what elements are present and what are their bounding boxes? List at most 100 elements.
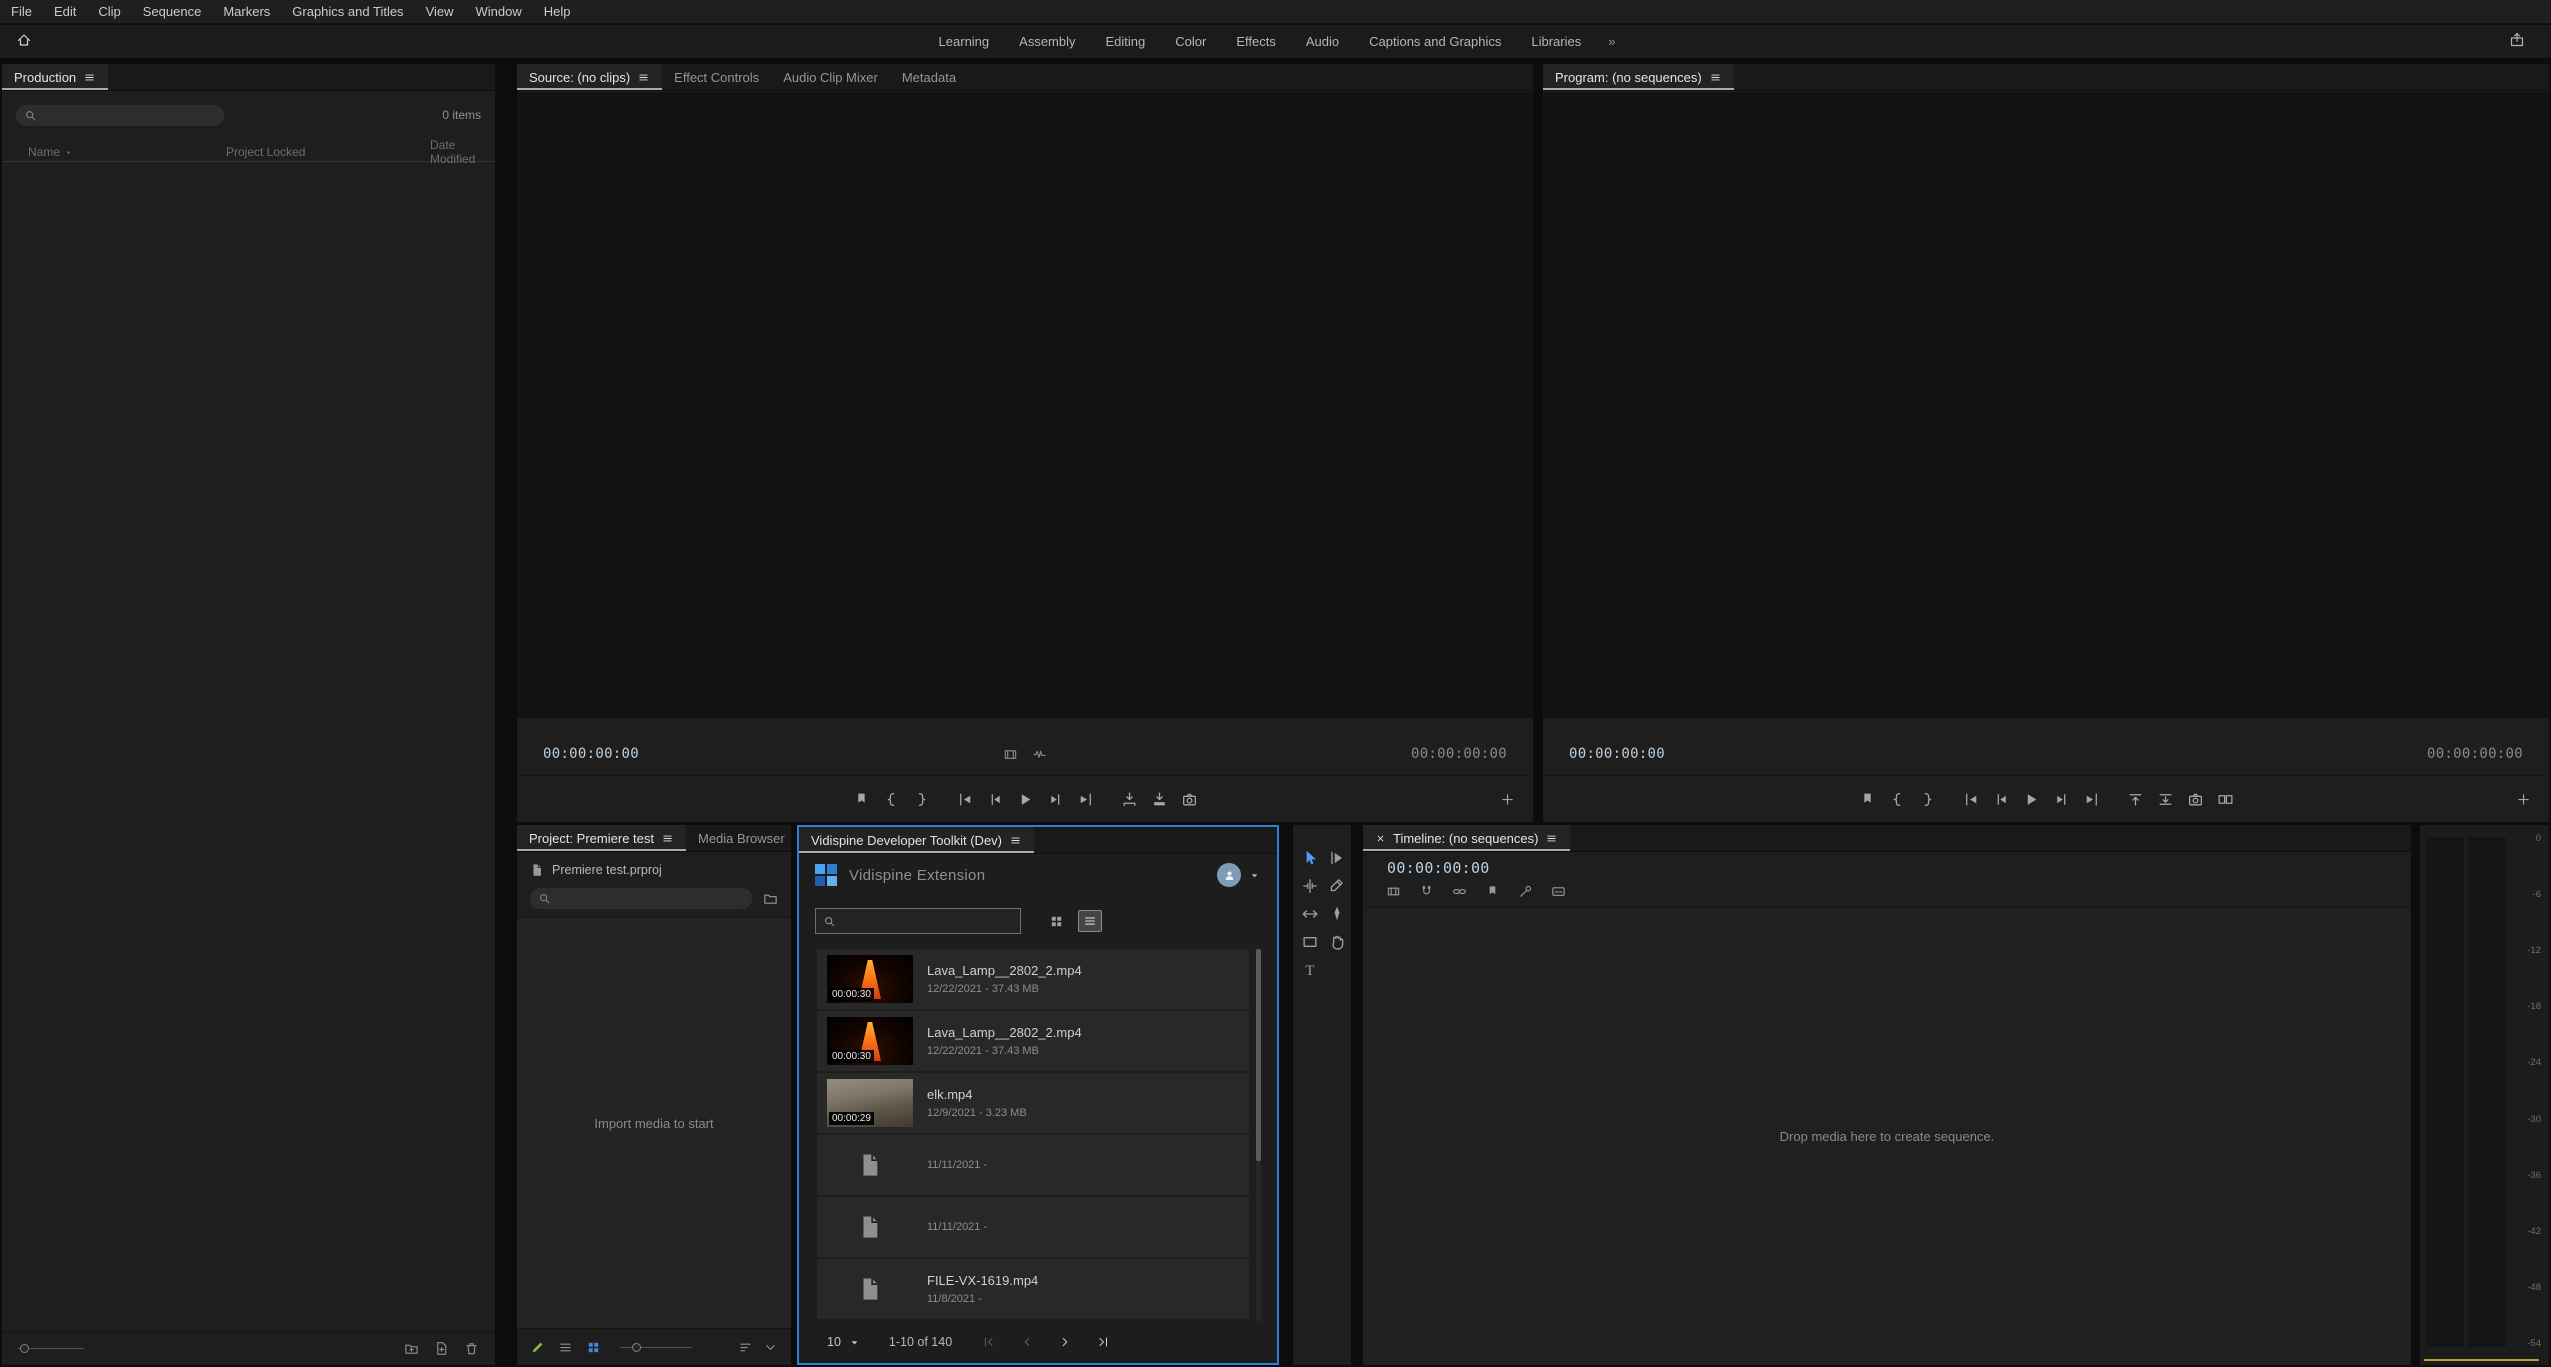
page-size-select[interactable]: 10: [827, 1335, 861, 1349]
project-search-input[interactable]: [557, 891, 744, 905]
mark-in-icon[interactable]: [1889, 791, 1906, 808]
delete-button[interactable]: [464, 1341, 479, 1356]
list-view-button[interactable]: [558, 1340, 573, 1355]
go-to-in-icon[interactable]: [957, 791, 974, 808]
panel-menu-icon[interactable]: [1009, 834, 1022, 847]
quick-export-button[interactable]: [2509, 32, 2525, 48]
tab-source-no-clips[interactable]: Source: (no clips): [517, 64, 662, 90]
zoom-slider[interactable]: [18, 1342, 84, 1356]
panel-menu-icon[interactable]: [637, 71, 650, 84]
mark-in-icon[interactable]: [883, 791, 900, 808]
menu-help[interactable]: Help: [533, 0, 582, 24]
list-item[interactable]: 00:00:30Lava_Lamp__2802_2.mp412/22/2021 …: [817, 949, 1249, 1009]
tab-project[interactable]: Project: Premiere test: [517, 825, 686, 851]
panel-menu-icon[interactable]: [661, 832, 674, 845]
production-search[interactable]: [16, 105, 224, 126]
extract-icon[interactable]: [2157, 791, 2174, 808]
export-frame-icon[interactable]: [1181, 791, 1198, 808]
folder-icon[interactable]: [763, 891, 778, 906]
tab-metadata[interactable]: Metadata: [890, 64, 968, 90]
list-item[interactable]: 00:00:30Lava_Lamp__2802_2.mp412/22/2021 …: [817, 1011, 1249, 1071]
workspace-tab-captions-and-graphics[interactable]: Captions and Graphics: [1356, 25, 1514, 58]
nest-icon[interactable]: [1386, 884, 1401, 899]
list-item[interactable]: 00:00:29elk.mp412/9/2021 - 3.23 MB: [817, 1073, 1249, 1133]
button-editor-button[interactable]: [1500, 792, 1515, 807]
step-back-icon[interactable]: [987, 791, 1004, 808]
tab-effect-controls[interactable]: Effect Controls: [662, 64, 771, 90]
column-header-date-modified[interactable]: Date Modified: [430, 138, 485, 166]
sort-icons-button[interactable]: [738, 1340, 753, 1355]
tab-vidispine-toolkit[interactable]: Vidispine Developer Toolkit (Dev): [799, 827, 1034, 853]
menu-edit[interactable]: Edit: [43, 0, 87, 24]
go-to-in-icon[interactable]: [1963, 791, 1980, 808]
timeline-timecode[interactable]: 00:00:00:00: [1387, 859, 1490, 877]
first-page-button[interactable]: [982, 1335, 996, 1349]
timeline-settings-icon[interactable]: [1518, 884, 1533, 899]
tab-program[interactable]: Program: (no sequences): [1543, 64, 1734, 90]
last-page-button[interactable]: [1096, 1335, 1110, 1349]
avatar-menu-caret[interactable]: [1248, 869, 1261, 882]
lift-icon[interactable]: [2127, 791, 2144, 808]
icon-view-button[interactable]: [586, 1340, 601, 1355]
add-marker-icon[interactable]: [853, 791, 870, 808]
close-panel-icon[interactable]: [1375, 833, 1386, 844]
menu-graphics-and-titles[interactable]: Graphics and Titles: [281, 0, 414, 24]
workspace-tab-libraries[interactable]: Libraries: [1518, 25, 1594, 58]
production-search-input[interactable]: [43, 108, 216, 122]
overwrite-icon[interactable]: [1151, 791, 1168, 808]
prev-page-button[interactable]: [1020, 1335, 1034, 1349]
play-icon[interactable]: [1017, 791, 1034, 808]
comparison-view-icon[interactable]: [2217, 791, 2234, 808]
next-page-button[interactable]: [1058, 1335, 1072, 1349]
add-marker-icon[interactable]: [1485, 884, 1500, 899]
menu-view[interactable]: View: [415, 0, 465, 24]
workspace-tab-audio[interactable]: Audio: [1293, 25, 1352, 58]
track-select-tool[interactable]: [1328, 849, 1346, 867]
menu-markers[interactable]: Markers: [212, 0, 281, 24]
step-back-icon[interactable]: [1993, 791, 2010, 808]
drag-audio-icon[interactable]: [1032, 747, 1047, 762]
ripple-edit-tool[interactable]: [1301, 877, 1319, 895]
grid-view-button[interactable]: [1049, 914, 1064, 929]
tab-media-browser[interactable]: Media Browser: [686, 825, 797, 851]
workspace-tab-editing[interactable]: Editing: [1093, 25, 1159, 58]
chevron-down-icon[interactable]: [763, 1340, 778, 1355]
project-search[interactable]: [530, 888, 752, 909]
tab-audio-clip-mixer[interactable]: Audio Clip Mixer: [771, 64, 890, 90]
pen-tool[interactable]: [1328, 905, 1346, 923]
workspace-tab-effects[interactable]: Effects: [1223, 25, 1289, 58]
list-item[interactable]: 11/11/2021 -: [817, 1135, 1249, 1195]
add-marker-icon[interactable]: [1859, 791, 1876, 808]
workspace-tab-assembly[interactable]: Assembly: [1006, 25, 1088, 58]
workspace-overflow-button[interactable]: »: [1598, 25, 1625, 58]
workspace-tab-learning[interactable]: Learning: [926, 25, 1003, 58]
program-current-timecode[interactable]: 00:00:00:00: [1569, 746, 1665, 762]
step-forward-icon[interactable]: [2053, 791, 2070, 808]
step-forward-icon[interactable]: [1047, 791, 1064, 808]
vidispine-search[interactable]: [815, 908, 1021, 934]
hand-tool[interactable]: [1328, 933, 1346, 951]
column-header-project-locked[interactable]: Project Locked: [226, 145, 430, 159]
button-editor-button[interactable]: [2516, 792, 2531, 807]
list-view-button[interactable]: [1078, 910, 1102, 932]
tab-timeline[interactable]: Timeline: (no sequences): [1363, 825, 1570, 851]
new-bin-button[interactable]: [404, 1341, 419, 1356]
selection-tool[interactable]: [1301, 849, 1319, 867]
captions-icon[interactable]: [1551, 884, 1566, 899]
project-writable-icon[interactable]: [530, 1340, 545, 1355]
menu-window[interactable]: Window: [465, 0, 533, 24]
linked-selection-icon[interactable]: [1452, 884, 1467, 899]
mark-out-icon[interactable]: [913, 791, 930, 808]
vidispine-search-input[interactable]: [843, 914, 1013, 928]
slip-tool[interactable]: [1301, 905, 1319, 923]
project-file-row[interactable]: Premiere test.prproj: [517, 858, 791, 882]
go-to-out-icon[interactable]: [2083, 791, 2100, 808]
new-item-button[interactable]: [434, 1341, 449, 1356]
type-tool[interactable]: T: [1301, 961, 1319, 979]
snap-icon[interactable]: [1419, 884, 1434, 899]
panel-menu-icon[interactable]: [1545, 832, 1558, 845]
workspace-tab-color[interactable]: Color: [1162, 25, 1219, 58]
thumbnail-zoom-slider[interactable]: [620, 1341, 692, 1355]
list-item[interactable]: 11/11/2021 -: [817, 1197, 1249, 1257]
rectangle-tool[interactable]: [1301, 933, 1319, 951]
